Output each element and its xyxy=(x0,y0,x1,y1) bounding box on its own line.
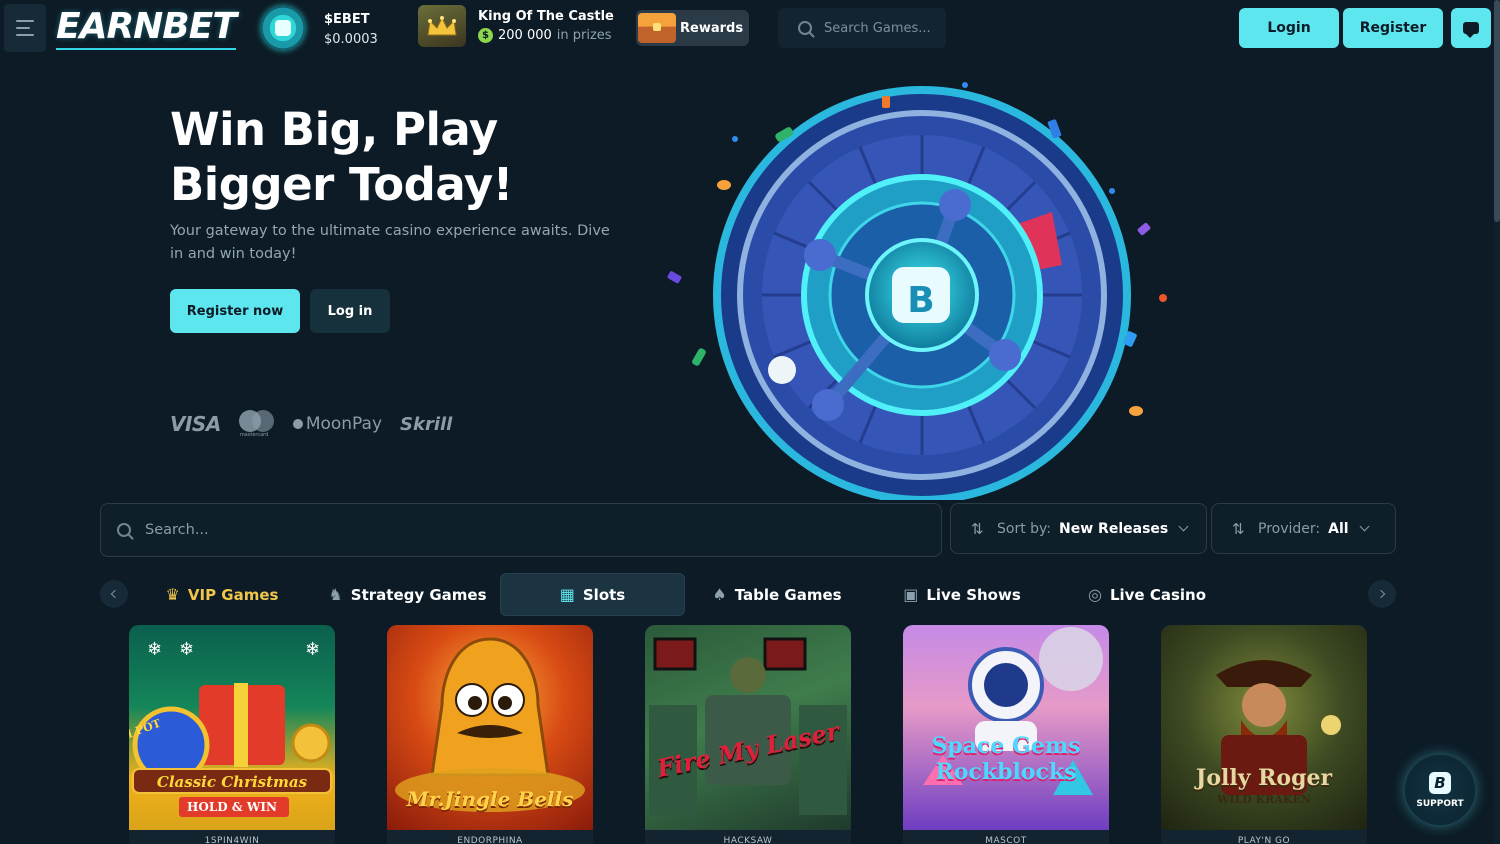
game-card[interactable]: Jolly Roger WILD KRAKEN PLAY'N GO xyxy=(1161,625,1367,844)
rewards-button[interactable]: Rewards xyxy=(636,10,749,46)
game-provider: HACKSAW xyxy=(645,830,851,844)
token-price: $0.0003 xyxy=(324,32,378,47)
king-prize: $ 200 000 in prizes xyxy=(478,28,612,43)
game-thumbnail: Jolly Roger WILD KRAKEN xyxy=(1161,625,1367,830)
support-label: SUPPORT xyxy=(1416,798,1464,809)
chat-icon xyxy=(1463,22,1479,38)
top-header: EARNBET $EBET $0.0003 King Of The Castle… xyxy=(0,0,1500,56)
crown-icon[interactable] xyxy=(418,5,466,47)
hero-title: Win Big, Play Bigger Today! xyxy=(170,103,513,211)
casino-search-input[interactable]: Search... xyxy=(100,503,942,557)
slot-machine-icon: ▦ xyxy=(559,585,575,604)
chip-icon: ◎ xyxy=(1087,585,1102,604)
game-card[interactable]: Space Gems Rockblocks MASCOT xyxy=(903,625,1109,844)
menu-icon[interactable] xyxy=(4,4,46,52)
game-card[interactable]: Mr.Jingle Bells ENDORPHINA xyxy=(387,625,593,844)
prize-suffix: in prizes xyxy=(556,28,612,43)
rewards-label: Rewards xyxy=(680,20,744,36)
tab-live-casino[interactable]: ◎ Live Casino xyxy=(1082,573,1212,616)
search-icon xyxy=(117,523,131,537)
hero-subtitle: Your gateway to the ultimate casino expe… xyxy=(170,223,610,262)
chat-button[interactable] xyxy=(1451,8,1491,48)
visa-logo: VISA xyxy=(170,412,221,436)
sort-value: New Releases xyxy=(1059,520,1169,537)
tab-slots[interactable]: ▦ Slots xyxy=(500,573,685,616)
ebet-token-icon xyxy=(260,5,306,51)
sort-arrows-icon: ⇅ xyxy=(971,519,984,538)
svg-text:B: B xyxy=(907,280,934,321)
page-scrollbar[interactable] xyxy=(1494,0,1500,844)
payment-methods: VISA mastercard MoonPay Skrill xyxy=(170,408,452,440)
game-thumbnail: ❄ ❄ ❄ MINI POT Classic Christmas HOLD & … xyxy=(129,625,335,830)
tabs-scroll-right-button[interactable] xyxy=(1368,580,1396,608)
game-provider: 1SPIN4WIN xyxy=(129,830,335,844)
game-search-input[interactable]: Search Games... xyxy=(778,8,946,48)
cards-icon: ♠ xyxy=(712,585,727,604)
prize-amount: 200 000 xyxy=(498,28,552,43)
svg-text:❄: ❄ xyxy=(147,639,162,660)
tv-icon: ▣ xyxy=(903,585,919,604)
sort-dropdown[interactable]: ⇅ Sort by: New Releases xyxy=(950,503,1207,554)
search-placeholder: Search... xyxy=(145,522,209,538)
game-title: Classic Christmas xyxy=(156,773,308,791)
provider-dropdown[interactable]: ⇅ Provider: All xyxy=(1211,503,1396,554)
game-card[interactable]: ❄ ❄ ❄ MINI POT Classic Christmas HOLD & … xyxy=(129,625,335,844)
tab-live-shows[interactable]: ▣ Live Shows xyxy=(898,573,1026,616)
earnbet-b-icon: B xyxy=(1429,771,1451,794)
game-thumbnail: Space Gems Rockblocks xyxy=(903,625,1109,830)
game-provider: PLAY'N GO xyxy=(1161,830,1367,844)
sort-arrows-icon: ⇅ xyxy=(1232,519,1245,538)
earnbet-logo[interactable]: EARNBET xyxy=(56,6,237,50)
treasure-chest-icon xyxy=(638,13,676,43)
game-subtitle: HOLD & WIN xyxy=(187,800,277,814)
search-icon xyxy=(798,21,812,35)
game-title: Space Gems Rockblocks xyxy=(931,733,1081,785)
chevron-down-icon xyxy=(1178,521,1189,532)
tab-vip-games[interactable]: ♛ VIP Games xyxy=(160,573,284,616)
game-card[interactable]: Fire My Laser HACKSAW xyxy=(645,625,851,844)
king-of-castle-title[interactable]: King Of The Castle xyxy=(478,9,614,24)
chevron-down-icon xyxy=(1359,521,1370,532)
mastercard-logo: mastercard xyxy=(238,410,275,438)
dollar-icon: $ xyxy=(478,28,493,43)
sort-label: Sort by: xyxy=(997,520,1052,537)
crown-icon: ♛ xyxy=(165,585,180,604)
game-title: Mr.Jingle Bells xyxy=(406,787,574,811)
svg-text:❄: ❄ xyxy=(305,639,320,660)
token-name: $EBET xyxy=(324,12,370,27)
provider-label: Provider: xyxy=(1258,520,1321,537)
chess-knight-icon: ♞ xyxy=(328,585,343,604)
game-provider: ENDORPHINA xyxy=(387,830,593,844)
tab-table-games[interactable]: ♠ Table Games xyxy=(706,573,848,616)
skrill-logo: Skrill xyxy=(400,413,453,435)
game-title: Jolly Roger xyxy=(1195,765,1333,791)
tab-strategy-games[interactable]: ♞ Strategy Games xyxy=(325,573,490,616)
provider-value: All xyxy=(1328,520,1349,537)
game-thumbnail: Fire My Laser xyxy=(645,625,851,830)
login-button[interactable]: Login xyxy=(1239,8,1339,48)
moonpay-logo: MoonPay xyxy=(292,414,382,434)
game-subtitle: WILD KRAKEN xyxy=(1217,793,1311,806)
register-button[interactable]: Register xyxy=(1343,8,1443,48)
svg-text:❄: ❄ xyxy=(179,639,194,660)
game-thumbnail: Mr.Jingle Bells xyxy=(387,625,593,830)
tabs-scroll-left-button[interactable] xyxy=(100,580,128,608)
search-placeholder: Search Games... xyxy=(824,20,931,36)
register-now-button[interactable]: Register now xyxy=(170,289,300,333)
hero-login-button[interactable]: Log in xyxy=(310,289,390,333)
roulette-wheel-illustration: B xyxy=(660,80,1180,510)
support-button[interactable]: B SUPPORT xyxy=(1405,755,1475,825)
game-provider: MASCOT xyxy=(903,830,1109,844)
